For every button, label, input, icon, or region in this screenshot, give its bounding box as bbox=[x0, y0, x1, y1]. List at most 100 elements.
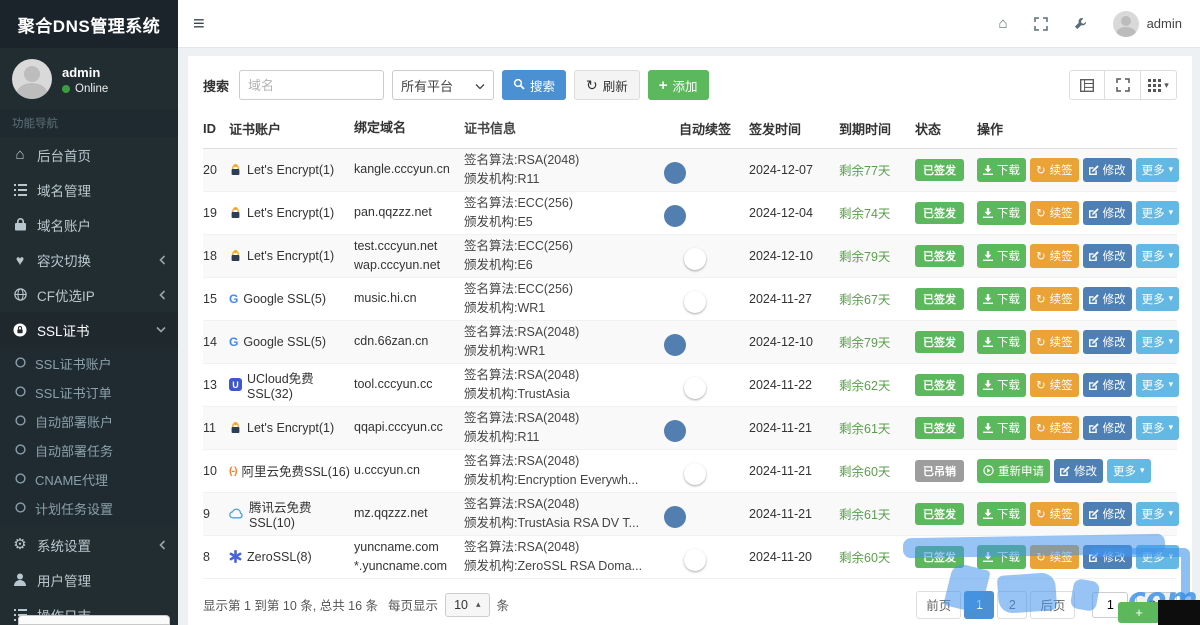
sidebar-nav: ⌂ 后台首页 域名管理 域名账户 ♥ 容灾切换 CF优选IP SSL证书 SSL证书账户 SSL证… bbox=[0, 137, 178, 625]
download-button[interactable]: 下载 bbox=[977, 157, 1026, 182]
edit-button[interactable]: 修改 bbox=[1082, 329, 1132, 354]
table-row: 14 G Google SSL(5) cdn.66zan.cn 签名算法:RSA(204… bbox=[203, 320, 1180, 364]
download-button[interactable]: 下载 bbox=[977, 501, 1026, 526]
edit-button[interactable]: 修改 bbox=[1082, 286, 1132, 311]
more-button[interactable]: 更多 ▾ bbox=[1107, 458, 1151, 483]
renew-button[interactable]: ↻ 续签 bbox=[1030, 372, 1079, 397]
topbar-user-menu[interactable]: admin bbox=[1112, 10, 1182, 37]
sidebar-subitem-自动部署账户[interactable]: 自动部署账户 bbox=[0, 407, 178, 436]
sidebar-item-SSL证书[interactable]: SSL证书 bbox=[0, 312, 178, 347]
edit-button[interactable]: 修改 bbox=[1082, 415, 1132, 440]
sidebar-subitem-CNAME代理[interactable]: CNAME代理 bbox=[0, 465, 178, 494]
renew-button[interactable]: ↻ 续签 bbox=[1030, 329, 1079, 354]
wrench-icon[interactable] bbox=[1074, 17, 1087, 30]
edit-icon bbox=[1088, 379, 1099, 390]
sidebar-item-系统设置[interactable]: ⚙ 系统设置 bbox=[0, 527, 178, 562]
cell-cert-info: 签名算法:RSA(2048) 颁发机构:WR1 bbox=[464, 324, 580, 358]
sidebar-item-label: 用户管理 bbox=[37, 573, 91, 589]
renew-icon: ↻ bbox=[1036, 379, 1046, 392]
page-size-select[interactable]: 10 ▴ bbox=[445, 592, 490, 617]
edit-button[interactable]: 修改 bbox=[1054, 458, 1103, 483]
cell-cert-info: 签名算法:RSA(2048) 颁发机构:R11 bbox=[464, 152, 580, 186]
edit-button[interactable]: 修改 bbox=[1082, 372, 1132, 397]
renew-button[interactable]: ↻ 续签 bbox=[1030, 544, 1079, 569]
sidebar-subitem-SSL证书订单[interactable]: SSL证书订单 bbox=[0, 378, 178, 407]
sidebar-item-域名管理[interactable]: 域名管理 bbox=[0, 172, 178, 207]
sidebar-submenu: SSL证书账户 SSL证书订单 自动部署账户 自动部署任务 CNAME代理 计划任务设置 bbox=[0, 347, 178, 527]
more-button[interactable]: 更多 ▾ bbox=[1135, 372, 1180, 397]
edit-button[interactable]: 修改 bbox=[1082, 200, 1132, 225]
renew-button[interactable]: ↻ 续签 bbox=[1030, 415, 1079, 440]
page-prev-button[interactable]: 前页 bbox=[916, 590, 962, 619]
cell-actions: 下载 ↻ 续签 修改 更多 ▾ bbox=[977, 415, 1180, 440]
download-button[interactable]: 下载 bbox=[977, 243, 1026, 268]
download-button[interactable]: 下载 bbox=[977, 372, 1026, 397]
edit-button[interactable]: 修改 bbox=[1082, 157, 1132, 182]
online-dot-icon bbox=[62, 84, 70, 93]
detail-view-button[interactable] bbox=[1069, 70, 1105, 100]
more-button[interactable]: 更多 ▾ bbox=[1135, 286, 1180, 311]
page-next-button[interactable]: 后页 bbox=[1030, 590, 1076, 619]
more-button[interactable]: 更多 ▾ bbox=[1135, 200, 1180, 225]
sidebar-subitem-SSL证书账户[interactable]: SSL证书账户 bbox=[0, 349, 178, 378]
cell-cert-info: 签名算法:ECC(256) 颁发机构:E5 bbox=[464, 195, 574, 229]
home-icon[interactable]: ⌂ bbox=[999, 16, 1008, 31]
renew-button[interactable]: ↻ 续签 bbox=[1030, 243, 1079, 268]
search-input[interactable] bbox=[239, 70, 385, 100]
edit-button[interactable]: 修改 bbox=[1082, 544, 1132, 569]
search-button[interactable]: 搜索 bbox=[502, 70, 567, 100]
sidebar-subitem-自动部署任务[interactable]: 自动部署任务 bbox=[0, 436, 178, 465]
download-button[interactable]: 下载 bbox=[977, 286, 1026, 311]
edit-button[interactable]: 修改 bbox=[1082, 501, 1132, 526]
edit-button[interactable]: 修改 bbox=[1082, 243, 1132, 268]
renew-button[interactable]: ↻ 续签 bbox=[1030, 501, 1079, 526]
column-header-状态: 状态 bbox=[915, 122, 942, 138]
renew-button[interactable]: ↻ 续签 bbox=[1030, 200, 1079, 225]
table-row: 8 ZeroSSL(8) yuncname.com *.yuncname.com 签名算… bbox=[203, 536, 1180, 579]
table-row: 13 U UCloud免费SSL(32) tool.cccyun.cc 签名算法:RSA… bbox=[203, 364, 1180, 407]
reapply-button[interactable]: 重新申请 bbox=[977, 458, 1050, 483]
table-body: 20 Let's Encrypt(1) kangle.cccyun.cn 签名算法:R… bbox=[203, 148, 1180, 579]
download-button[interactable]: 下载 bbox=[977, 200, 1026, 225]
sidebar-item-用户管理[interactable]: 用户管理 bbox=[0, 562, 178, 597]
more-button[interactable]: 更多 ▾ bbox=[1135, 415, 1180, 440]
page-button-2[interactable]: 2 bbox=[997, 590, 1028, 619]
more-button[interactable]: 更多 ▾ bbox=[1135, 501, 1180, 526]
add-button[interactable]: + 添加 bbox=[647, 70, 709, 100]
download-button[interactable]: 下载 bbox=[977, 415, 1026, 440]
app-title: 聚合DNS管理系统 bbox=[0, 0, 178, 48]
more-button[interactable]: 更多 ▾ bbox=[1135, 243, 1180, 268]
cell-auto-renew bbox=[679, 249, 749, 263]
more-button[interactable]: 更多 ▾ bbox=[1135, 544, 1180, 569]
sidebar-item-域名账户[interactable]: 域名账户 bbox=[0, 207, 178, 242]
columns-button[interactable]: ▾ bbox=[1141, 70, 1177, 100]
sidebar-subitem-计划任务设置[interactable]: 计划任务设置 bbox=[0, 494, 178, 523]
more-button[interactable]: 更多 ▾ bbox=[1135, 157, 1180, 182]
sidebar-item-容灾切换[interactable]: ♥ 容灾切换 bbox=[0, 242, 178, 277]
sidebar-item-后台首页[interactable]: ⌂ 后台首页 bbox=[0, 137, 178, 172]
download-icon bbox=[983, 293, 993, 304]
renew-button[interactable]: ↻ 续签 bbox=[1030, 286, 1079, 311]
download-button[interactable]: 下载 bbox=[977, 329, 1026, 354]
cell-auto-renew bbox=[679, 421, 749, 435]
edit-icon bbox=[1088, 508, 1099, 519]
google-icon: G bbox=[229, 334, 239, 349]
table-fullscreen-button[interactable] bbox=[1105, 70, 1141, 100]
refresh-button[interactable]: ↻ 刷新 bbox=[574, 70, 640, 100]
fullscreen-icon[interactable] bbox=[1033, 16, 1048, 31]
status-badge: 已签发 bbox=[915, 330, 964, 353]
edit-icon bbox=[1060, 465, 1070, 476]
sidebar-item-label: 后台首页 bbox=[37, 148, 91, 164]
page-button-1[interactable]: 1 bbox=[964, 590, 995, 619]
download-button[interactable]: 下载 bbox=[977, 544, 1026, 569]
download-icon bbox=[983, 551, 993, 562]
menu-toggle-icon[interactable]: ≡ bbox=[193, 14, 205, 34]
cell-status: 已签发 bbox=[915, 330, 977, 353]
platform-select[interactable]: 所有平台 bbox=[392, 70, 495, 100]
bottom-right-green-button[interactable]: + bbox=[1118, 602, 1160, 623]
reapply-icon bbox=[983, 465, 994, 476]
renew-button[interactable]: ↻ 续签 bbox=[1030, 157, 1079, 182]
more-button[interactable]: 更多 ▾ bbox=[1135, 329, 1180, 354]
status-badge: 已签发 bbox=[915, 158, 964, 181]
sidebar-item-CF优选IP[interactable]: CF优选IP bbox=[0, 277, 178, 312]
